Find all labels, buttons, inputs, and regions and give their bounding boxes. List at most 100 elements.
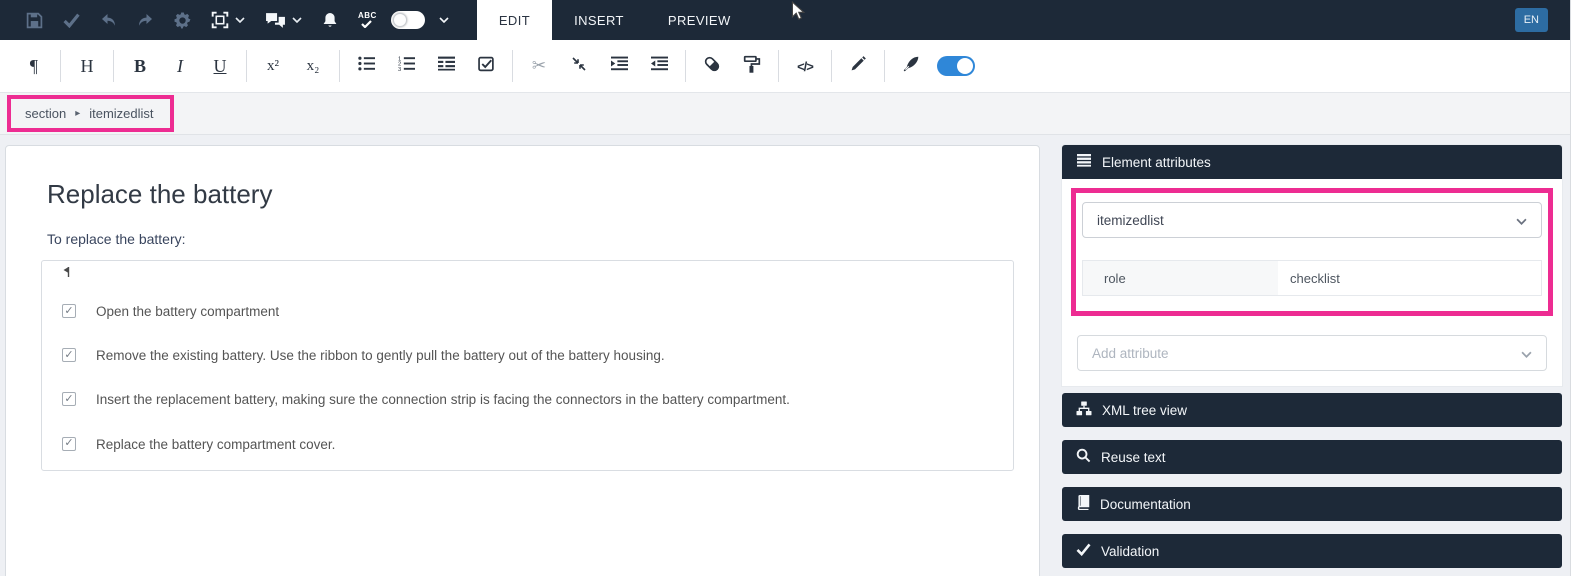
breadcrumb-separator-icon: ▸ bbox=[75, 108, 81, 119]
format-painter-button[interactable] bbox=[732, 46, 772, 86]
checkbox-checked-icon: ✓ bbox=[62, 304, 76, 318]
list-item-text[interactable]: Remove the existing battery. Use the rib… bbox=[96, 347, 665, 365]
text-caret-marker bbox=[62, 263, 1013, 277]
checkbox-checked-icon: ✓ bbox=[62, 392, 76, 407]
spellcheck-button[interactable]: ABC bbox=[348, 0, 387, 40]
accept-changes-button[interactable] bbox=[53, 0, 90, 40]
indent-icon bbox=[610, 56, 628, 76]
outdent-button[interactable] bbox=[639, 46, 679, 86]
breadcrumb-item-itemizedlist[interactable]: itemizedlist bbox=[89, 106, 153, 121]
spellcheck-options-button[interactable] bbox=[429, 0, 459, 40]
breadcrumb-highlight-annotation: section ▸ itemizedlist bbox=[7, 95, 174, 132]
code-icon: </> bbox=[797, 58, 814, 74]
attribute-list-icon bbox=[1076, 153, 1092, 171]
superscript-button[interactable]: x² bbox=[253, 46, 293, 86]
validation-header[interactable]: Validation bbox=[1062, 534, 1562, 568]
tab-edit[interactable]: EDIT bbox=[476, 0, 553, 40]
definition-list-button[interactable] bbox=[426, 46, 466, 86]
panel-title: Element attributes bbox=[1102, 154, 1211, 170]
inline-element-button[interactable] bbox=[692, 46, 732, 86]
itemizedlist-element[interactable]: ✓ Open the battery compartment ✓ Remove … bbox=[41, 260, 1014, 471]
paragraph-button[interactable]: ¶ bbox=[14, 46, 54, 86]
right-sidebar: Element attributes itemizedlist role che… bbox=[1062, 145, 1562, 568]
pencil-icon bbox=[850, 55, 867, 77]
list-item-text[interactable]: Insert the replacement battery, making s… bbox=[96, 391, 790, 409]
track-changes-toggle[interactable] bbox=[937, 56, 975, 76]
redo-icon bbox=[137, 12, 154, 28]
element-select[interactable]: itemizedlist bbox=[1082, 202, 1542, 238]
save-button[interactable] bbox=[16, 0, 53, 40]
notifications-button[interactable] bbox=[312, 0, 348, 40]
language-button[interactable]: EN bbox=[1514, 8, 1548, 32]
source-code-button[interactable]: </> bbox=[785, 46, 825, 86]
list-item[interactable]: ✓ Open the battery compartment bbox=[62, 303, 1013, 321]
checklist-button[interactable] bbox=[466, 46, 506, 86]
toggle-knob bbox=[957, 58, 973, 74]
bullet-list-button[interactable] bbox=[346, 46, 386, 86]
documentation-header[interactable]: Documentation bbox=[1062, 487, 1562, 521]
tab-insert[interactable]: INSERT bbox=[552, 0, 646, 40]
toolbar-divider bbox=[113, 50, 114, 82]
scissors-icon: ✂ bbox=[531, 56, 547, 76]
chevron-down-icon bbox=[1516, 213, 1527, 228]
list-item-text[interactable]: Open the battery compartment bbox=[96, 303, 279, 321]
list-item-text[interactable]: Replace the battery compartment cover. bbox=[96, 436, 335, 454]
tab-preview[interactable]: PREVIEW bbox=[646, 0, 753, 40]
list-item[interactable]: ✓ Insert the replacement battery, making… bbox=[62, 391, 1013, 409]
xml-tree-view-header[interactable]: XML tree view bbox=[1062, 393, 1562, 427]
attribute-name: role bbox=[1083, 261, 1278, 295]
spellcheck-toggle[interactable] bbox=[390, 11, 425, 29]
element-attributes-panel: Element attributes itemizedlist role che… bbox=[1062, 145, 1562, 386]
checkbox-checked-icon: ✓ bbox=[62, 348, 76, 363]
add-attribute-select[interactable]: Add attribute bbox=[1077, 335, 1547, 371]
sitemap-icon bbox=[1076, 401, 1092, 419]
indent-button[interactable] bbox=[599, 46, 639, 86]
italic-icon: I bbox=[177, 55, 183, 76]
toggle-knob bbox=[392, 13, 407, 27]
document-intro[interactable]: To replace the battery: bbox=[47, 231, 1017, 247]
toolbar-divider bbox=[831, 50, 832, 82]
settings-button[interactable] bbox=[164, 0, 201, 40]
track-changes-button[interactable] bbox=[891, 46, 931, 86]
workspace: Replace the battery To replace the batte… bbox=[0, 135, 1570, 576]
attribute-value-field[interactable]: checklist bbox=[1278, 261, 1541, 295]
accept-icon bbox=[63, 13, 80, 28]
collapsed-panels: XML tree view Reuse text Documentation V… bbox=[1062, 393, 1562, 568]
formatting-toolbar: ¶ H B I U x² x₂ 123 ✂ </> bbox=[0, 40, 1570, 93]
cut-button[interactable]: ✂ bbox=[519, 46, 559, 86]
italic-button[interactable]: I bbox=[160, 46, 200, 86]
heading-button[interactable]: H bbox=[67, 46, 107, 86]
gear-icon bbox=[174, 12, 191, 29]
outdent-icon bbox=[650, 56, 668, 76]
subscript-button[interactable]: x₂ bbox=[293, 46, 333, 86]
comments-icon bbox=[265, 12, 286, 29]
underline-icon: U bbox=[213, 55, 227, 76]
element-attributes-header[interactable]: Element attributes bbox=[1062, 145, 1562, 179]
quill-icon bbox=[902, 55, 920, 78]
underline-button[interactable]: U bbox=[200, 46, 240, 86]
editor-canvas[interactable]: Replace the battery To replace the batte… bbox=[5, 145, 1040, 576]
numbered-list-button[interactable]: 123 bbox=[386, 46, 426, 86]
pill-icon bbox=[703, 55, 721, 78]
list-item[interactable]: ✓ Replace the battery compartment cover. bbox=[62, 436, 1013, 454]
comments-button[interactable] bbox=[255, 0, 312, 40]
chevron-down-icon bbox=[439, 17, 449, 23]
edit-mode-button[interactable] bbox=[838, 46, 878, 86]
redo-button[interactable] bbox=[127, 0, 164, 40]
undo-button[interactable] bbox=[90, 0, 127, 40]
breadcrumb-item-section[interactable]: section bbox=[25, 106, 66, 121]
bold-button[interactable]: B bbox=[120, 46, 160, 86]
reuse-text-header[interactable]: Reuse text bbox=[1062, 440, 1562, 474]
navbar-icon-group: ABC bbox=[0, 0, 459, 40]
fullscreen-button[interactable] bbox=[201, 0, 255, 40]
panel-title: XML tree view bbox=[1102, 402, 1188, 418]
merge-icon bbox=[571, 56, 587, 77]
navbar-spacer bbox=[753, 0, 1515, 40]
add-attribute-placeholder: Add attribute bbox=[1092, 345, 1169, 361]
list-item[interactable]: ✓ Remove the existing battery. Use the r… bbox=[62, 347, 1013, 365]
attributes-highlight-annotation: itemizedlist role checklist bbox=[1071, 188, 1553, 316]
subscript-icon: x₂ bbox=[306, 57, 320, 74]
merge-elements-button[interactable] bbox=[559, 46, 599, 86]
document-title[interactable]: Replace the battery bbox=[47, 179, 1017, 210]
checklist-icon bbox=[477, 56, 495, 77]
